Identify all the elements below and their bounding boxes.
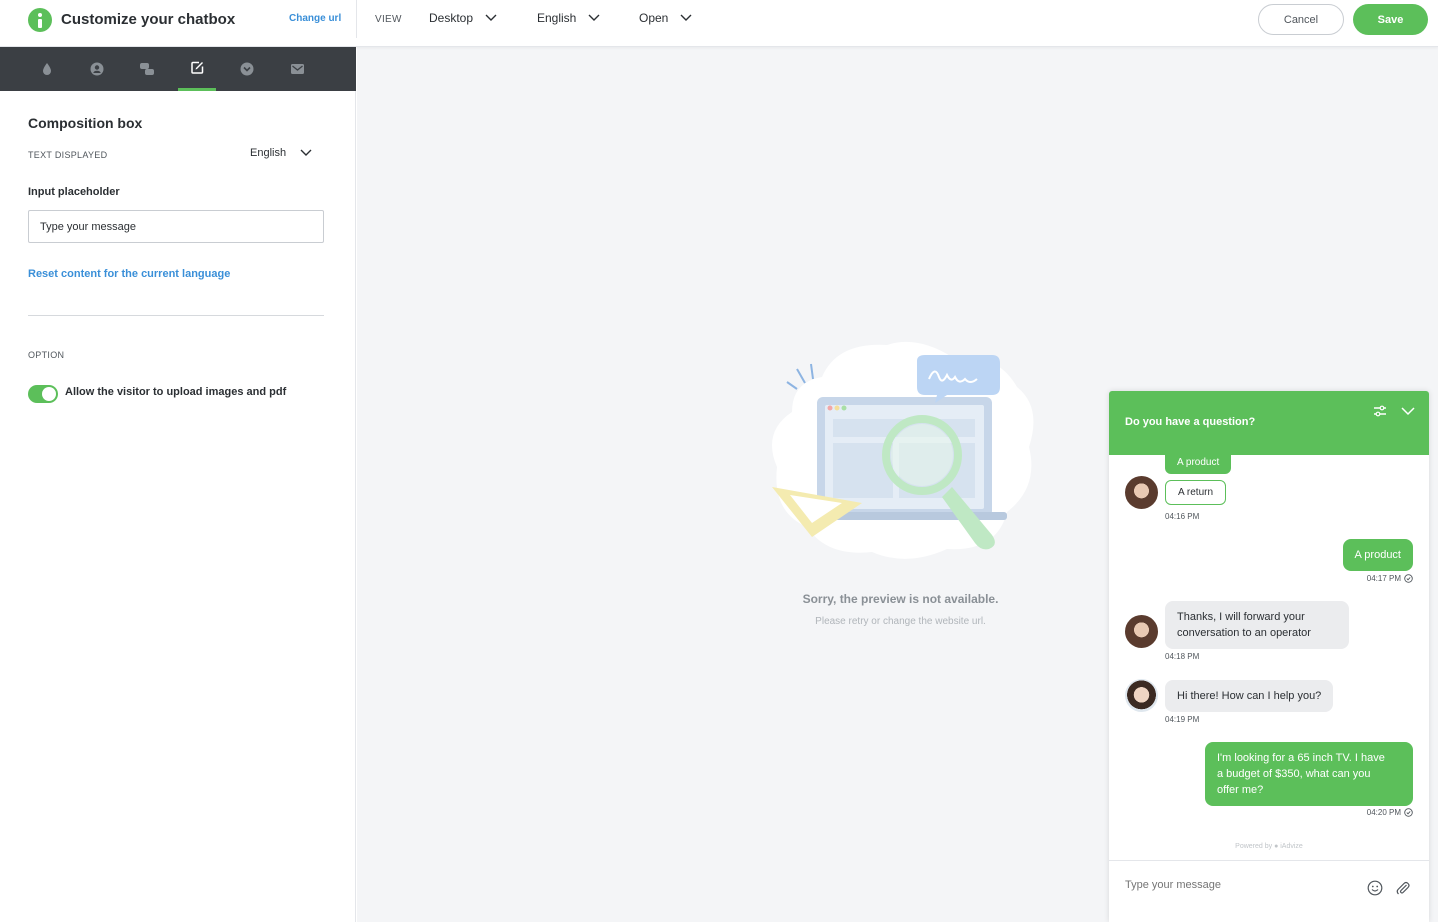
read-check-icon [1404, 574, 1413, 583]
chevron-circle-icon [240, 62, 254, 76]
chat-messages: A product A return 04:16 PM A product 04… [1109, 455, 1429, 857]
iadvize-logo-icon [28, 8, 52, 32]
chat-composer [1109, 860, 1429, 922]
top-bar: Customize your chatbox Change url VIEW D… [0, 0, 1438, 47]
operator-message: Hi there! How can I help you? [1165, 680, 1334, 712]
text-displayed-label: TEXT DISPLAYED [28, 150, 108, 160]
device-dropdown[interactable]: Desktop [429, 11, 497, 25]
language-dropdown-value: English [537, 11, 577, 25]
state-dropdown-value: Open [639, 11, 669, 25]
chatbox-question: Do you have a question? [1125, 416, 1256, 428]
message-timestamp: 04:17 PM [1366, 574, 1401, 583]
view-label: VIEW [375, 14, 402, 25]
tab-colors[interactable] [28, 47, 66, 91]
settings-sidebar: Composition box TEXT DISPLAYED English I… [0, 47, 356, 922]
operator-avatar [1125, 615, 1158, 648]
upload-toggle-label: Allow the visitor to upload images and p… [65, 386, 287, 398]
operator-message-line: conversation to an operator [1177, 627, 1311, 639]
operator-avatar [1125, 476, 1158, 509]
read-check-icon [1404, 808, 1413, 817]
chat-message-input[interactable] [1125, 879, 1345, 891]
tab-email[interactable] [278, 47, 316, 91]
change-url-link[interactable]: Change url [289, 13, 341, 24]
page-title: Customize your chatbox [61, 11, 236, 28]
cancel-button[interactable]: Cancel [1258, 4, 1344, 35]
tab-composition[interactable] [178, 47, 216, 91]
operator-message-line: Thanks, I will forward your [1177, 611, 1305, 623]
quick-reply-product[interactable]: A product [1165, 455, 1232, 474]
message-timestamp: 04:16 PM [1165, 512, 1200, 521]
operator-message: Thanks, I will forward your conversation… [1165, 601, 1349, 649]
message-timestamp: 04:20 PM [1366, 808, 1401, 817]
user-icon [90, 62, 104, 76]
language-dropdown[interactable]: English [537, 11, 600, 25]
upload-toggle[interactable] [28, 385, 58, 403]
tab-messages[interactable] [128, 47, 166, 91]
preview-unavailable-title: Sorry, the preview is not available. [802, 592, 999, 606]
option-label: OPTION [28, 350, 65, 360]
preview-unavailable-subtitle: Please retry or change the website url. [815, 616, 986, 627]
message-timestamp: 04:18 PM [1165, 652, 1200, 661]
visitor-message: I'm looking for a 65 inch TV. I have a b… [1205, 742, 1413, 806]
reset-content-link[interactable]: Reset content for the current language [28, 268, 230, 280]
chat-bubbles-icon [140, 63, 154, 75]
header-divider [356, 0, 357, 38]
preview-unavailable-illustration [772, 341, 1034, 559]
visitor-message: A product [1342, 539, 1413, 571]
droplet-icon [43, 63, 51, 75]
visitor-message-line: I'm looking for a 65 inch TV. I have [1217, 752, 1385, 764]
chevron-down-icon [588, 14, 600, 21]
state-dropdown[interactable]: Open [639, 11, 692, 25]
tab-profile[interactable] [78, 47, 116, 91]
quick-reply-return[interactable]: A return [1165, 480, 1227, 505]
tab-minimize[interactable] [228, 47, 266, 91]
chevron-down-icon [485, 14, 497, 21]
emoji-icon[interactable] [1367, 880, 1383, 896]
chevron-down-icon [300, 149, 312, 156]
chevron-down-icon [680, 14, 692, 21]
attachment-icon[interactable] [1395, 880, 1411, 896]
powered-by: Powered by ● iAdvize [1235, 843, 1303, 850]
chatbox-header: Do you have a question? [1109, 391, 1429, 455]
chatbox-preview: Do you have a question? A product A retu… [1109, 391, 1429, 922]
mail-icon [290, 64, 304, 74]
message-timestamp: 04:19 PM [1165, 715, 1200, 724]
section-title: Composition box [28, 115, 143, 131]
text-language-value: English [250, 147, 287, 159]
operator-avatar [1125, 679, 1158, 712]
save-button[interactable]: Save [1353, 4, 1428, 35]
section-divider [28, 315, 324, 316]
settings-sliders-icon[interactable] [1373, 405, 1387, 417]
edit-icon [190, 61, 203, 74]
settings-tab-bar [0, 47, 356, 91]
text-language-dropdown[interactable]: English [250, 147, 312, 159]
device-dropdown-value: Desktop [429, 11, 474, 25]
input-placeholder-field[interactable] [28, 210, 324, 243]
input-placeholder-label: Input placeholder [28, 186, 120, 198]
visitor-message-line: offer me? [1217, 784, 1264, 796]
chevron-down-icon[interactable] [1401, 407, 1415, 416]
visitor-message-line: a budget of $350, what can you [1217, 768, 1371, 780]
